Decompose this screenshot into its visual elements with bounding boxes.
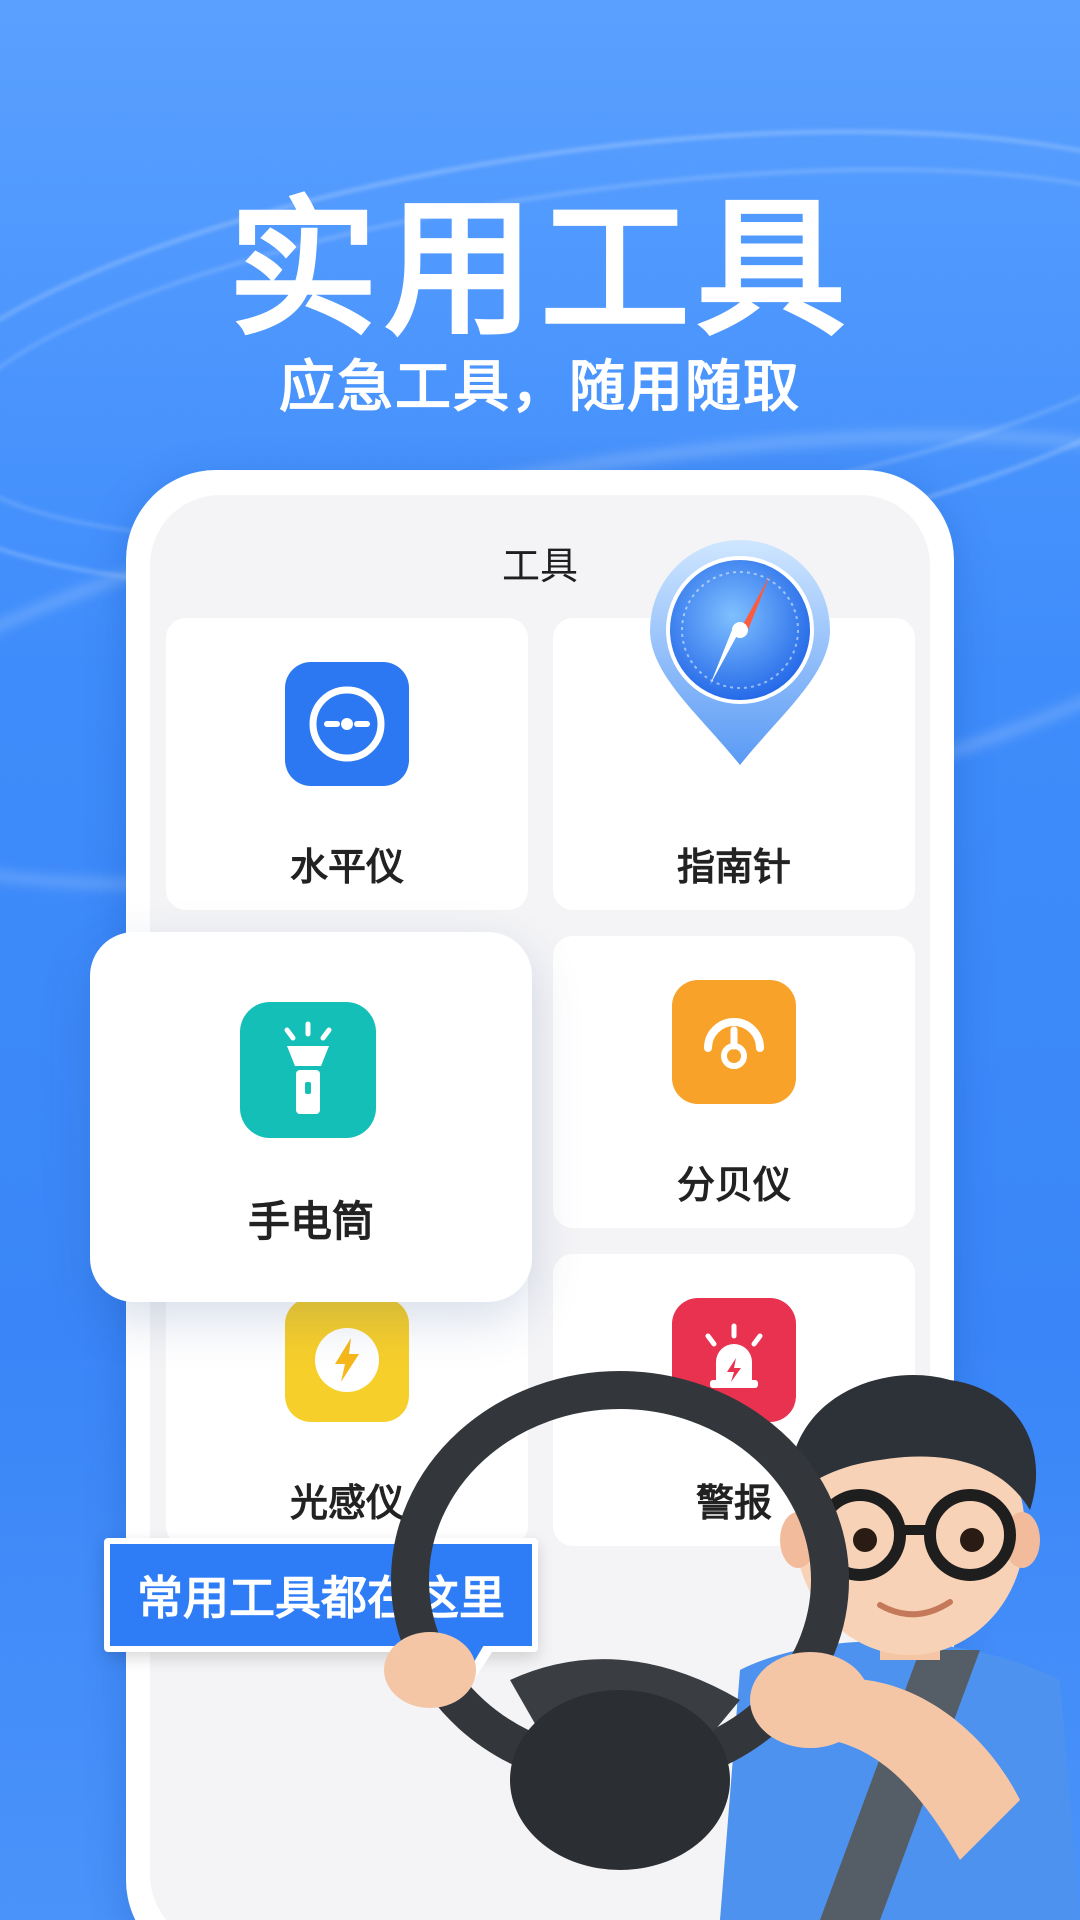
level-icon (285, 662, 409, 786)
compass-icon (640, 535, 840, 775)
tool-label: 分贝仪 (676, 1163, 791, 1207)
tool-label: 水平仪 (289, 845, 404, 889)
decibel-icon (672, 980, 796, 1104)
tool-card-flashlight[interactable]: 手电筒 (90, 932, 532, 1302)
tool-label: 手电筒 (247, 1197, 374, 1246)
tool-card-decibel[interactable]: 分贝仪 (553, 936, 915, 1228)
flashlight-icon (240, 1002, 376, 1138)
tool-label: 指南针 (676, 845, 791, 889)
mascot-illustration (360, 1340, 1080, 1920)
hero-title: 实用工具 (227, 183, 852, 357)
tool-card-level[interactable]: 水平仪 (166, 618, 528, 910)
hero-subtitle: 应急工具，随用随取 (279, 355, 801, 420)
